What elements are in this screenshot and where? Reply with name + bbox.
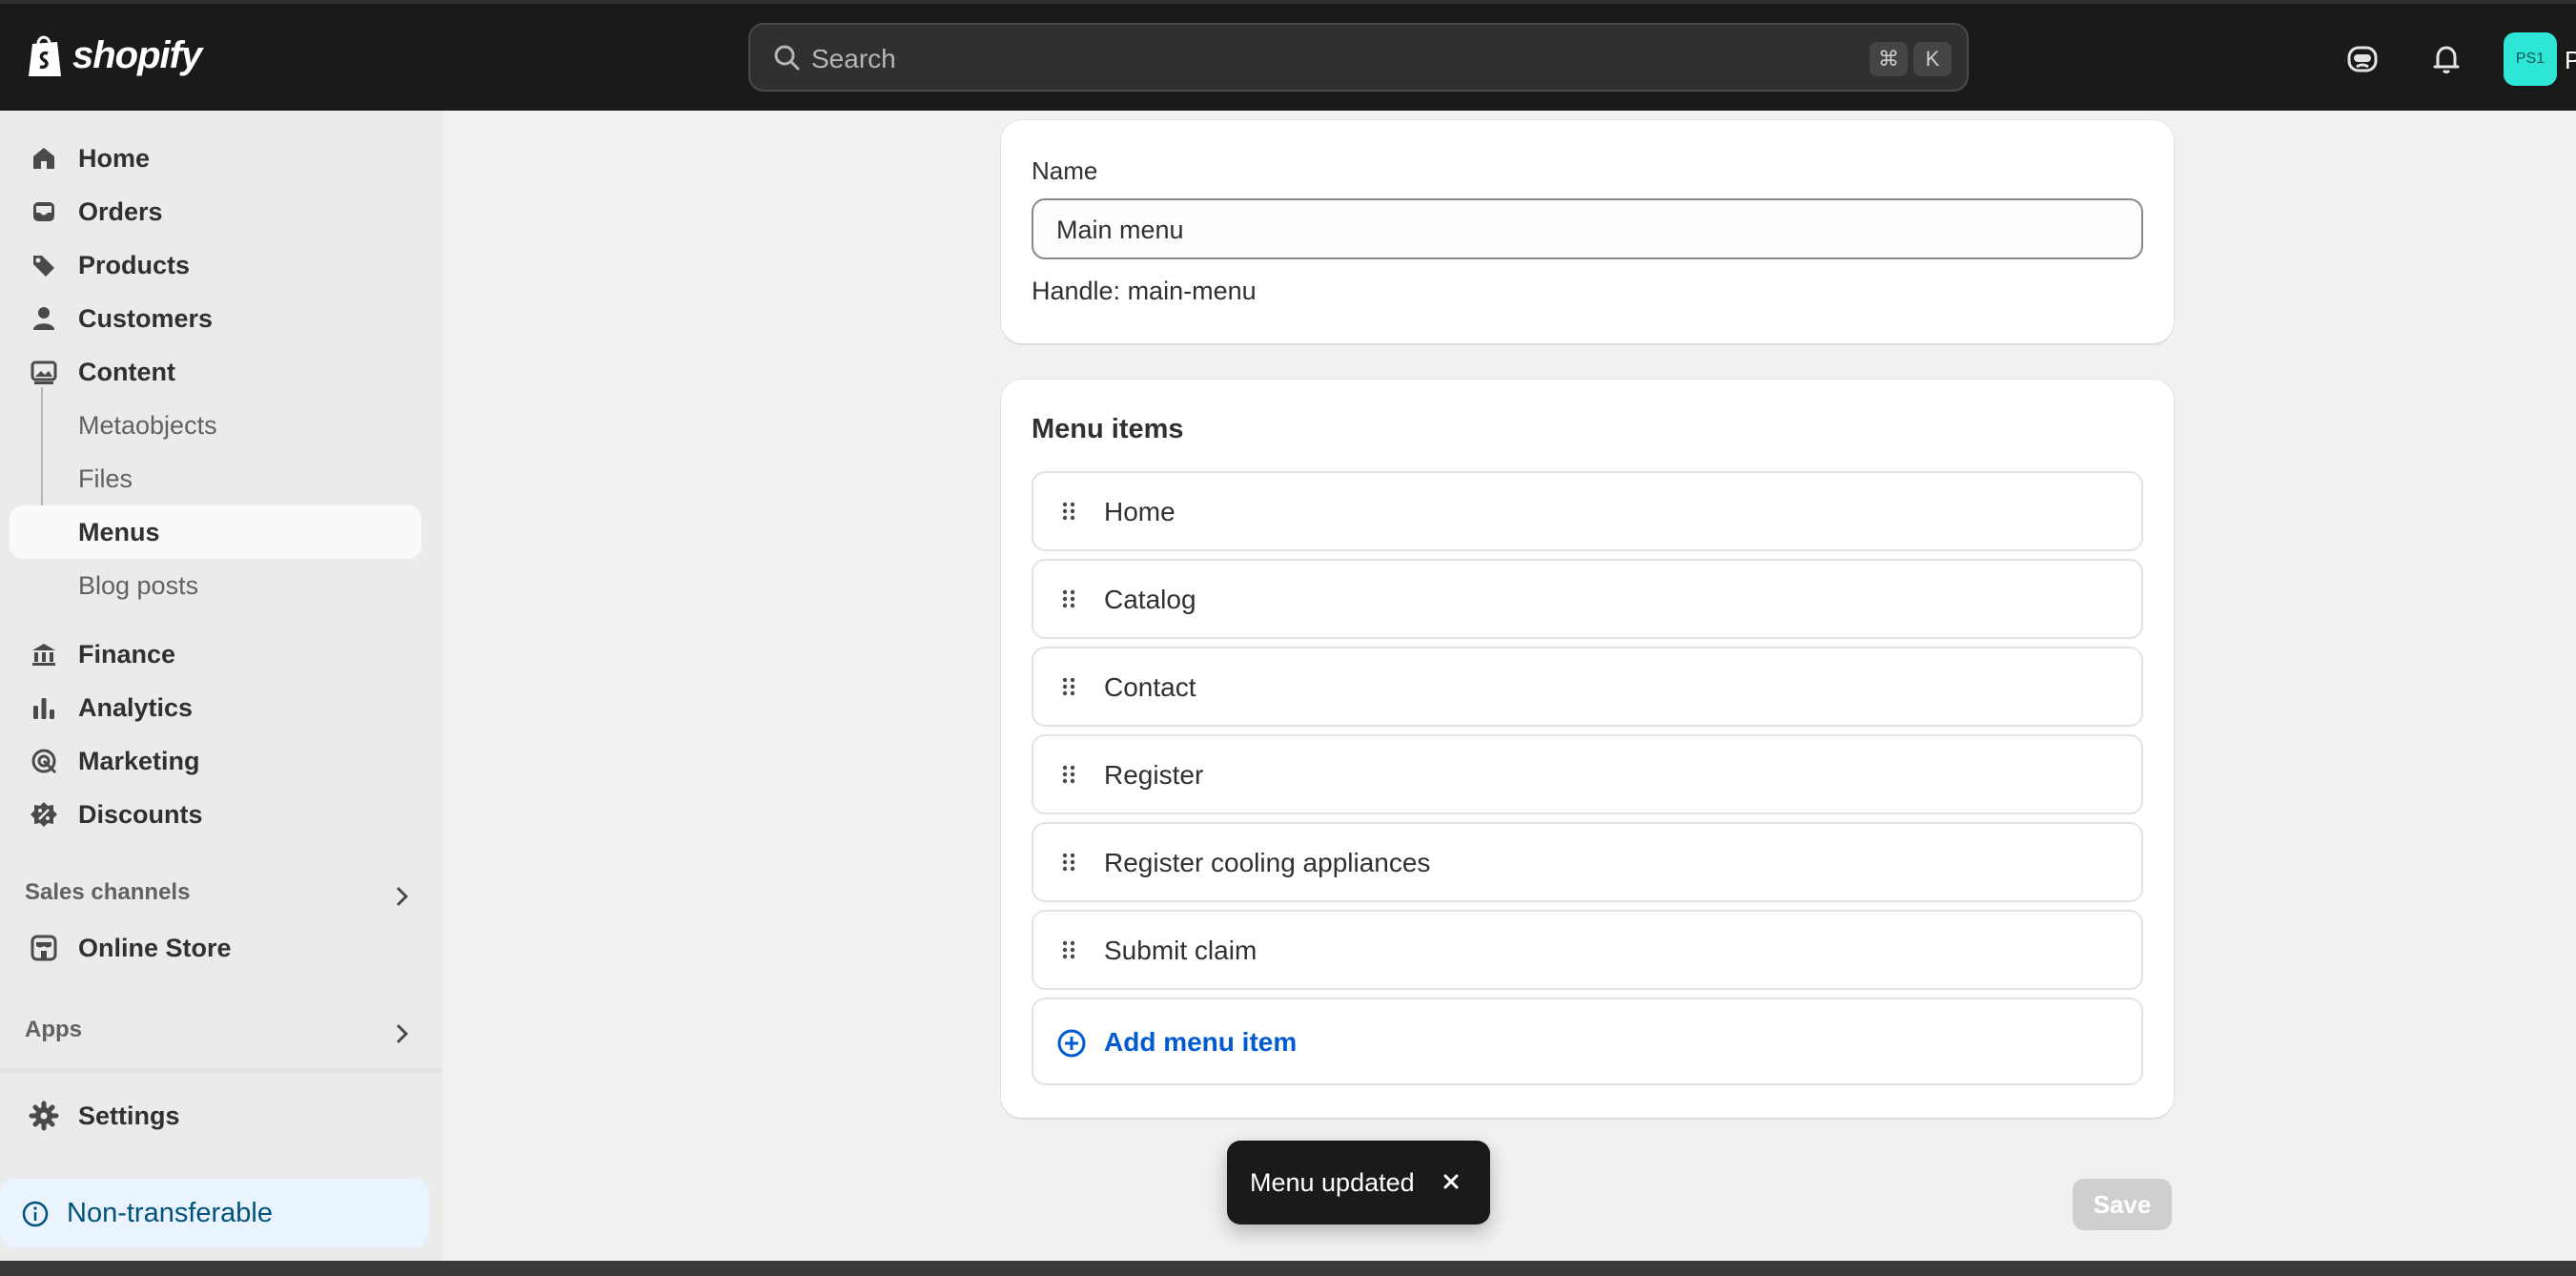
store-icon [31,935,57,961]
sidebar-item-label: Content [78,357,175,386]
chevron-right-icon[interactable] [393,1020,412,1047]
search-placeholder: Search [811,44,896,73]
sidebar-divider [0,1068,442,1074]
sidebar-item-products[interactable]: Products [10,238,421,292]
person-icon [33,307,54,330]
target-icon [31,749,57,774]
sidebar-item-label: Online Store [78,933,232,962]
shopify-bag-icon [29,35,61,76]
name-input[interactable]: Main menu [1032,198,2143,259]
drag-handle-icon[interactable] [1056,586,1081,612]
sidebar-item-finance[interactable]: Finance [10,628,421,681]
sidebar-item-label: Orders [78,196,163,226]
menu-item-label: Home [1104,497,1176,526]
sidebar-item-discounts[interactable]: Discounts [10,788,421,841]
discount-icon [31,802,57,827]
sidebar-item-orders[interactable]: Orders [10,185,421,238]
sidebar-item-label: Metaobjects [78,410,217,440]
menu-item-label: Submit claim [1104,936,1257,965]
toast-message: Menu updated [1250,1168,1415,1197]
command-key: ⌘ [1870,42,1908,76]
handle-text: Handle: main-menu [1032,277,1257,305]
store-name[interactable]: P [2565,46,2576,75]
name-label: Name [1032,156,1098,185]
avatar[interactable]: PS1 [2504,32,2557,86]
k-key: K [1913,42,1952,76]
sidebar-item-settings[interactable]: Settings [10,1089,421,1142]
sidebar-item-label: Menus [78,517,160,546]
bank-icon [32,644,55,666]
name-input-value: Main menu [1056,216,1184,244]
sales-channels-heading[interactable]: Sales channels [25,879,190,906]
sidebar-item-content[interactable]: Content [10,345,421,399]
sidebar-item-customers[interactable]: Customers [10,292,421,345]
menu-item-label: Contact [1104,672,1196,702]
add-menu-item-button[interactable]: Add menu item [1032,998,2143,1085]
menu-item-label: Register cooling appliances [1104,848,1431,877]
add-menu-item-label: Add menu item [1104,1027,1298,1057]
menu-item-label: Catalog [1104,585,1196,614]
top-bar: shopify Search ⌘ K PS1 P [0,0,2576,111]
sidebar-item-label: Analytics [78,692,194,722]
chevron-right-icon[interactable] [393,883,412,910]
bottom-strip [0,1261,2576,1276]
drag-handle-icon[interactable] [1056,849,1081,875]
menu-name-card: Name Main menu Handle: main-menu [1001,120,2174,343]
non-transferable-banner[interactable]: Non-transferable [0,1179,429,1247]
sidebar-item-label: Files [78,463,133,493]
sidebar-item-online-store[interactable]: Online Store [10,921,421,975]
sidebar: Home Orders Products Customers Content M… [0,111,442,1261]
toast: Menu updated [1227,1141,1490,1225]
sidebar-item-metaobjects[interactable]: Metaobjects [10,399,421,452]
sidebar-item-marketing[interactable]: Marketing [10,734,421,788]
gear-icon [29,1101,59,1131]
apps-heading[interactable]: Apps [25,1017,82,1043]
menu-item-row[interactable]: Register [1032,734,2143,814]
drag-handle-icon[interactable] [1056,761,1081,788]
sidebar-item-label: Marketing [78,746,200,775]
drag-handle-icon[interactable] [1056,936,1081,963]
sidebar-item-files[interactable]: Files [10,452,421,505]
sidebar-item-label: Customers [78,303,214,333]
save-button[interactable]: Save [2073,1179,2172,1230]
brand-name: shopify [72,33,202,76]
sidebar-item-label: Discounts [78,799,203,829]
sidebar-item-menus[interactable]: Menus [10,505,421,559]
drag-handle-icon[interactable] [1056,498,1081,525]
bar-chart-icon [33,698,54,719]
sidebar-item-label: Home [78,143,151,173]
info-icon [22,1201,49,1227]
sidebar-item-label: Products [78,250,191,279]
menu-item-row[interactable]: Submit claim [1032,910,2143,990]
image-icon [31,360,57,384]
sidebar-item-label: Finance [78,639,176,669]
non-transferable-label: Non-transferable [67,1197,273,1228]
shopify-logo[interactable]: shopify [25,32,202,78]
home-icon [33,148,54,169]
menu-item-label: Register [1104,760,1204,790]
plus-circle-icon [1057,1029,1086,1058]
sidebar-item-home[interactable]: Home [10,132,421,185]
sidebar-item-label: Settings [78,1101,180,1130]
menu-item-row[interactable]: Contact [1032,647,2143,727]
menu-items-title: Menu items [1032,414,1184,444]
sidekick-icon[interactable] [2345,42,2380,76]
drag-handle-icon[interactable] [1056,673,1081,700]
menu-items-card: Menu items Home Catalog Contact Register… [1001,380,2174,1118]
bell-icon[interactable] [2429,42,2464,76]
menu-item-row[interactable]: Register cooling appliances [1032,822,2143,902]
close-icon[interactable] [1439,1169,1463,1194]
sidebar-item-label: Blog posts [78,570,199,600]
sidebar-item-blog-posts[interactable]: Blog posts [10,559,421,612]
search-icon [774,45,800,71]
search-bar[interactable]: Search ⌘ K [748,23,1969,92]
menu-item-row[interactable]: Home [1032,471,2143,551]
tag-icon [33,256,54,277]
inbox-icon [33,202,54,221]
menu-item-row[interactable]: Catalog [1032,559,2143,639]
sidebar-item-analytics[interactable]: Analytics [10,681,421,734]
